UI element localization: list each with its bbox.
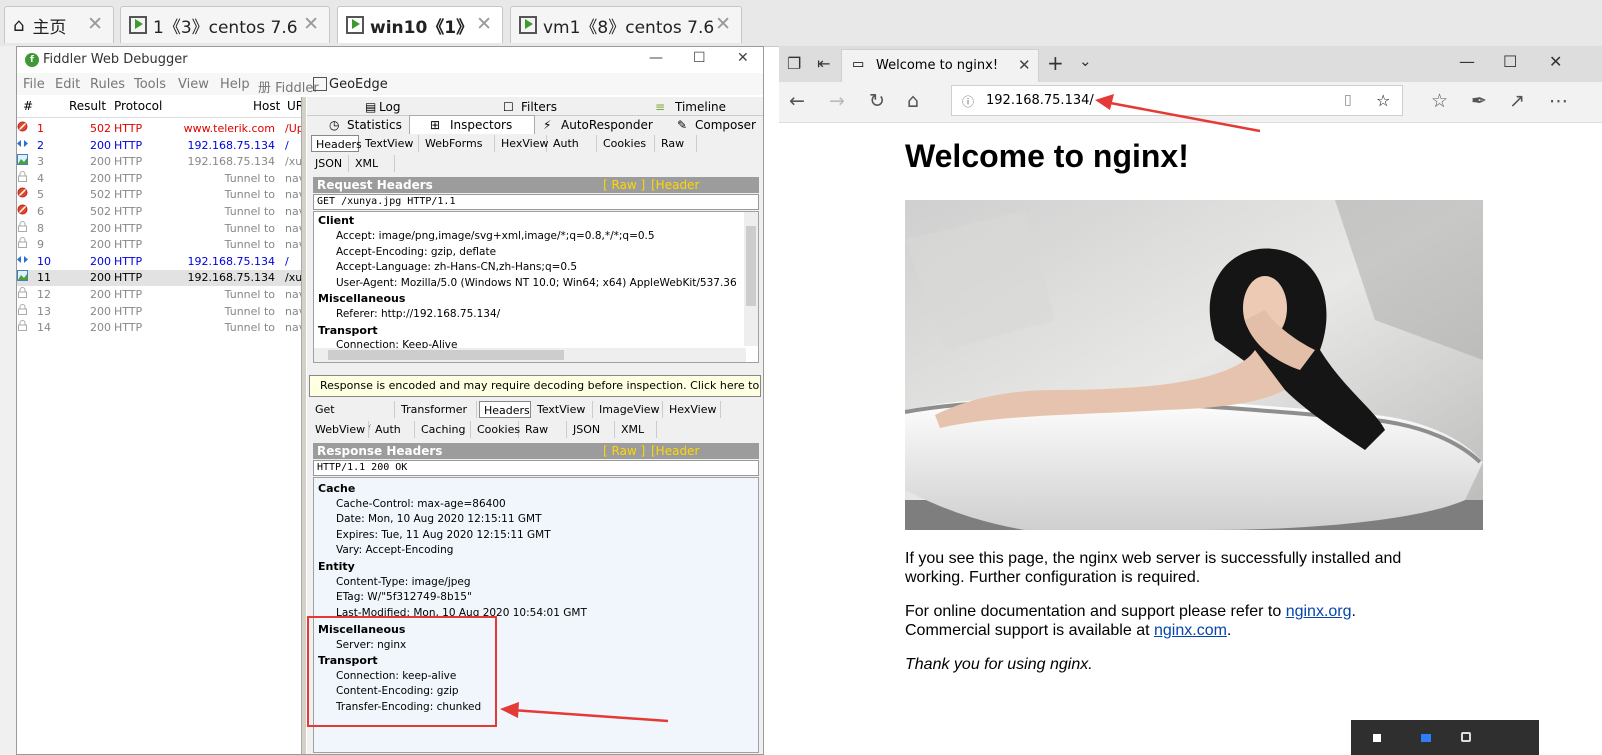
arrow-line-headers bbox=[511, 708, 669, 723]
arrow-line-address bbox=[1104, 100, 1261, 133]
annotation-arrows bbox=[500, 94, 1261, 723]
arrow-head-address bbox=[1095, 94, 1114, 110]
arrow-head-headers bbox=[500, 702, 519, 718]
